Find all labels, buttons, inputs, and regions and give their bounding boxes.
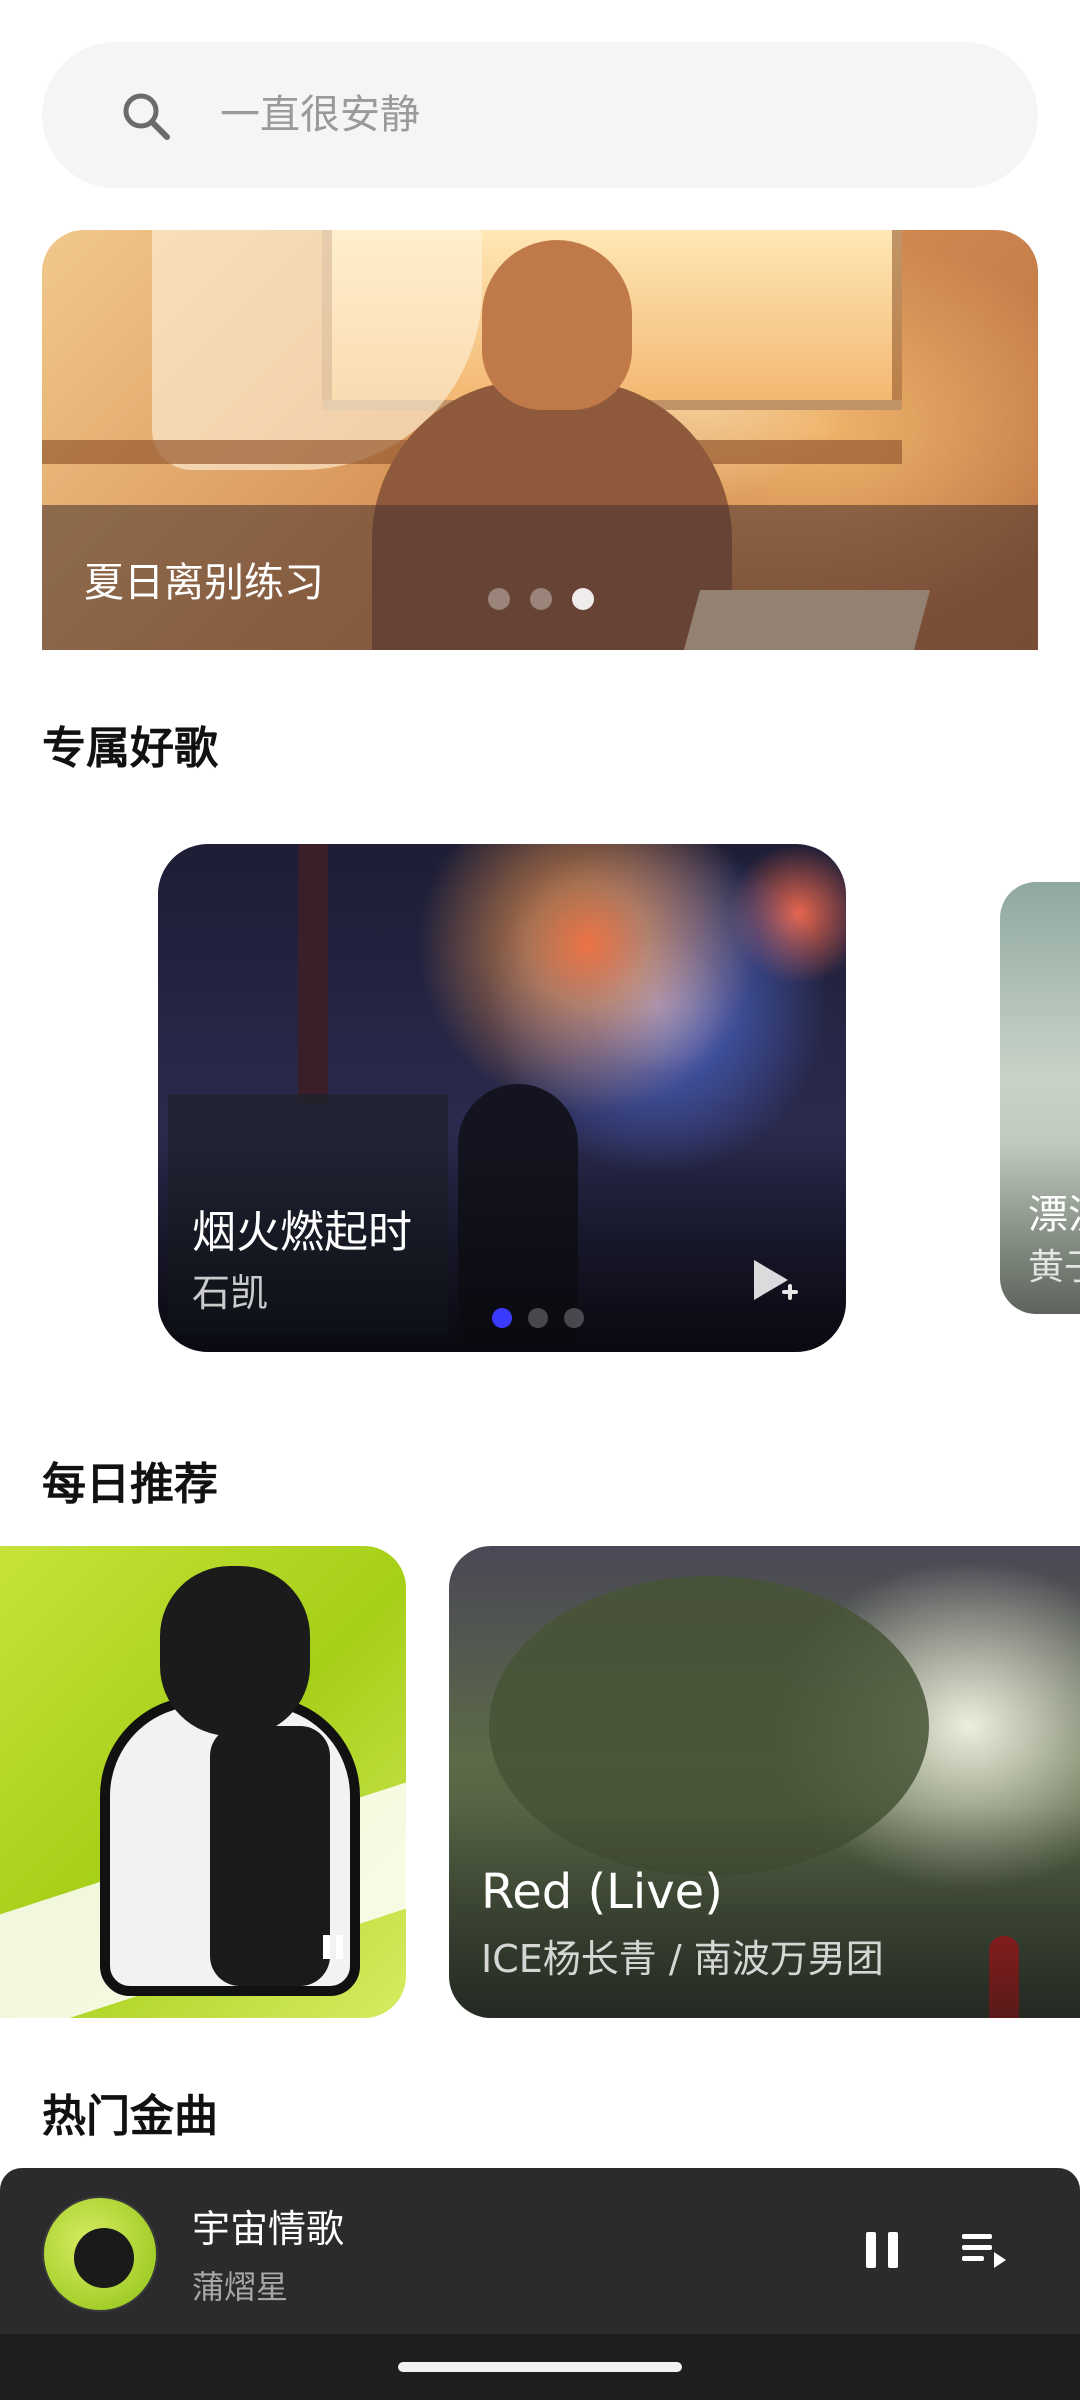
pause-button[interactable] [860,2226,904,2274]
card-art-jacket [210,1726,330,1986]
now-playing-artist: 蒲熠星 [192,2268,289,2306]
banner-art-head [482,240,632,410]
now-playing-song: 宇宙情歌 [192,2207,345,2251]
card-song-title: Red (Live) [481,1864,723,1920]
search-icon [123,93,170,140]
play-add-icon[interactable] [748,1256,798,1306]
banner-title: 夏日离别练习 [84,560,324,606]
section-title-exclusive: 专属好歌 [42,723,218,774]
system-navigation-bar [0,2334,1080,2400]
card-dot[interactable] [564,1308,584,1328]
cover-art [74,2228,134,2288]
card-dot[interactable] [528,1308,548,1328]
section-title-hot: 热门金曲 [42,2091,218,2142]
exclusive-song-card[interactable]: 烟火燃起时 石凯 [158,844,846,1352]
banner-dot[interactable] [488,588,510,610]
now-playing-cover[interactable] [42,2196,158,2312]
search-input[interactable] [220,75,1000,155]
exclusive-song-card-next[interactable]: 漂流 黄子 [1000,882,1080,1314]
card-artist: 黄子 [1028,1247,1080,1288]
section-title-daily: 每日推荐 [42,1459,218,1510]
card-art-head [160,1566,310,1736]
banner-carousel[interactable]: 夏日离别练习 [42,230,1038,650]
card-page-indicator [492,1308,584,1328]
banner-page-indicator [488,588,594,610]
pause-icon[interactable] [318,1932,348,1962]
banner-dot[interactable] [530,588,552,610]
home-indicator[interactable] [398,2362,682,2372]
card-song-title: 烟火燃起时 [192,1207,412,1258]
search-bar[interactable] [42,42,1038,188]
card-artist: ICE杨长青 / 南波万男团 [481,1937,884,1981]
banner-dot-active[interactable] [572,588,594,610]
card-art-bar [298,844,328,1104]
card-song-title: 漂流 [1028,1192,1080,1238]
mini-player[interactable]: 宇宙情歌 蒲熠星 [0,2168,1080,2334]
queue-icon[interactable] [960,2226,1008,2274]
card-artist: 石凯 [192,1271,269,1315]
card-dot-active[interactable] [492,1308,512,1328]
daily-card-playing[interactable] [0,1546,406,2018]
daily-card[interactable]: Red (Live) ICE杨长青 / 南波万男团 [449,1546,1080,2018]
